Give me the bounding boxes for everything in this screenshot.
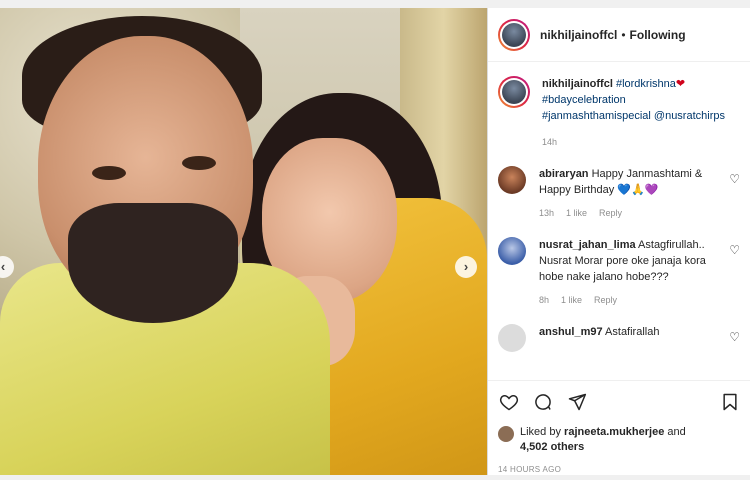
comment-item: abiraryan Happy Janmashtami & Happy Birt… — [498, 166, 740, 221]
comment-like-heart-icon[interactable]: ♡ — [729, 172, 740, 186]
post-side-panel: nikhiljainoffcl • Following nikhiljainof… — [487, 8, 750, 475]
comment-username[interactable]: anshul_m97 — [539, 326, 603, 338]
caption-username[interactable]: nikhiljainoffcl — [542, 78, 613, 90]
comment-reply-button[interactable]: Reply — [599, 205, 622, 221]
like-heart-icon[interactable] — [498, 391, 520, 413]
comment-item: nusrat_jahan_lima Astagfirullah.. Nusrat… — [498, 237, 740, 308]
photo-man-eye-left — [92, 166, 126, 180]
header-separator: • — [621, 27, 626, 42]
post-header: nikhiljainoffcl • Following — [488, 8, 750, 62]
header-username[interactable]: nikhiljainoffcl — [540, 28, 617, 42]
comment-avatar[interactable] — [498, 324, 526, 352]
hashtag-bdaycelebration[interactable]: #bdaycelebration — [542, 94, 626, 106]
comment-item: anshul_m97 Astafirallah ♡ — [498, 324, 740, 352]
comment-likes[interactable]: 1 like — [566, 205, 587, 221]
post-caption: nikhiljainoffcl #lordkrishna❤ #bdayceleb… — [498, 76, 740, 150]
comment-avatar[interactable] — [498, 166, 526, 194]
heart-emoji: ❤ — [675, 78, 686, 90]
profile-avatar[interactable] — [498, 18, 530, 51]
comment-username[interactable]: nusrat_jahan_lima — [539, 239, 636, 251]
comment-time: 8h — [539, 295, 550, 305]
caption-time: 14h — [542, 137, 558, 147]
carousel-next-button[interactable]: › — [455, 256, 477, 278]
comments-section: nikhiljainoffcl #lordkrishna❤ #bdayceleb… — [488, 62, 750, 380]
liker-avatar[interactable] — [498, 426, 514, 442]
comment-like-heart-icon[interactable]: ♡ — [729, 330, 740, 344]
instagram-post-frame: ‹ › nikhiljainoffcl • Following nikhilja… — [0, 0, 750, 480]
post-actions: Liked by rajneeta.mukherjee and 4,502 ot… — [488, 380, 750, 474]
mention-nusratchirps[interactable]: @nusratchirps — [654, 110, 725, 122]
comment-likes[interactable]: 1 like — [561, 292, 582, 308]
caption-avatar[interactable] — [498, 76, 530, 108]
hashtag-lordkrishna[interactable]: #lordkrishna — [616, 78, 676, 90]
liker-username[interactable]: rajneeta.mukherjee — [564, 426, 664, 438]
photo-man-beard — [68, 203, 238, 323]
following-button[interactable]: Following — [630, 28, 686, 42]
share-paper-plane-icon[interactable] — [566, 391, 588, 413]
comment-reply-button[interactable]: Reply — [594, 292, 617, 308]
likes-and: and — [667, 426, 686, 438]
photo-man-eye-right — [182, 156, 216, 170]
comment-bubble-icon[interactable] — [532, 391, 554, 413]
liked-by-prefix: Liked by — [520, 426, 561, 438]
likes-summary: Liked by rajneeta.mukherjee and 4,502 ot… — [498, 425, 741, 455]
hashtag-janmashthamispecial[interactable]: #janmashthamispecial — [542, 110, 651, 122]
comment-avatar[interactable] — [498, 237, 526, 265]
comment-username[interactable]: abiraryan — [539, 168, 589, 180]
post-timestamp: 14 HOURS AGO — [498, 465, 562, 474]
post-photo[interactable]: ‹ › — [0, 8, 487, 475]
bookmark-icon[interactable] — [719, 391, 741, 413]
comment-like-heart-icon[interactable]: ♡ — [729, 243, 740, 257]
comment-text: Astafirallah — [605, 326, 660, 338]
comment-time: 13h — [539, 208, 555, 218]
likes-others-count[interactable]: 4,502 others — [520, 441, 584, 453]
